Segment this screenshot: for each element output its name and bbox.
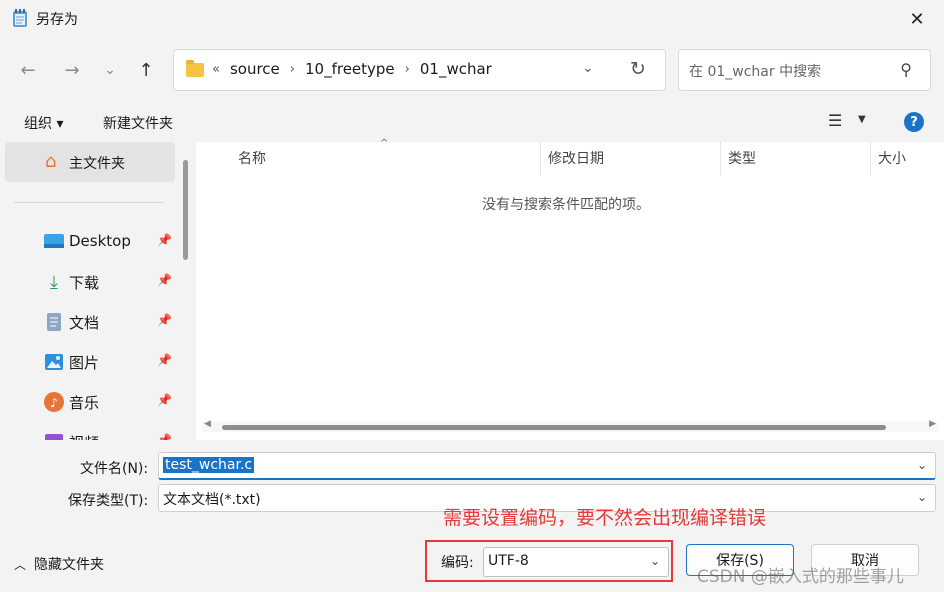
column-header-type[interactable]: 类型 (728, 148, 756, 168)
encoding-select[interactable]: UTF-8 ⌄ (483, 547, 669, 577)
svg-text:♪: ♪ (50, 396, 58, 410)
breadcrumb-source[interactable]: source (230, 60, 280, 78)
scroll-left-icon[interactable]: ◀ (204, 419, 211, 429)
column-header-name[interactable]: 名称 (238, 148, 266, 168)
sidebar-scrollbar[interactable] (183, 160, 188, 260)
sidebar-item-videos[interactable]: 视频 📌 (0, 422, 180, 440)
breadcrumb-wchar[interactable]: 01_wchar (420, 60, 492, 78)
pin-icon[interactable]: 📌 (157, 353, 172, 367)
back-button[interactable]: ← (14, 56, 42, 84)
chevron-down-icon[interactable]: ⌄ (650, 554, 660, 568)
sidebar-item-label: 图片 (69, 354, 100, 372)
notepad-icon (13, 9, 27, 27)
filename-label: 文件名(N): (80, 461, 149, 477)
picture-icon (44, 352, 64, 372)
chevron-down-icon[interactable]: ⌄ (917, 490, 927, 504)
column-header-modified[interactable]: 修改日期 (548, 148, 604, 168)
breadcrumb: « source › 10_freetype › 01_wchar (212, 60, 502, 78)
view-dropdown-icon[interactable]: ▼ (858, 114, 866, 125)
window-title: 另存为 (36, 12, 78, 28)
sidebar-item-label: 音乐 (69, 394, 100, 412)
overflow-chevron[interactable]: « (212, 62, 220, 77)
empty-message: 没有与搜索条件匹配的项。 (482, 197, 650, 213)
address-history-dropdown[interactable]: ⌄ (582, 60, 594, 76)
annotation-highlight-box: 编码: UTF-8 ⌄ (425, 540, 673, 582)
encoding-value: UTF-8 (488, 553, 529, 569)
search-box[interactable]: 在 01_wchar 中搜索 ⚲ (678, 49, 931, 91)
command-bar: 组织 ▾ 新建文件夹 ☰ ▼ ? (0, 102, 944, 142)
organize-button[interactable]: 组织 ▾ (24, 113, 63, 133)
refresh-icon[interactable]: ↻ (630, 58, 646, 80)
encoding-label: 编码: (441, 555, 474, 571)
address-bar[interactable]: « source › 10_freetype › 01_wchar ⌄ ↻ (173, 49, 666, 91)
arrow-left-icon: ← (20, 59, 36, 81)
sidebar-item-label: 文档 (69, 314, 100, 332)
sidebar-item-desktop[interactable]: Desktop 📌 (0, 222, 180, 262)
filename-field[interactable]: test_wchar.c ⌄ (158, 452, 936, 480)
horizontal-scrollbar[interactable]: ◀ ▶ (202, 419, 938, 432)
sidebar-item-label: 主文件夹 (69, 156, 125, 172)
pin-icon[interactable]: 📌 (157, 313, 172, 327)
home-icon: ⌂ (45, 151, 57, 172)
folder-icon (186, 60, 204, 77)
sidebar-item-label: 视频 (69, 432, 99, 440)
sidebar-item-pictures[interactable]: 图片 📌 (0, 342, 180, 382)
chevron-down-icon: ⌄ (104, 62, 116, 78)
search-icon[interactable]: ⚲ (900, 60, 912, 79)
navigation-pane: ⌂ 主文件夹 Desktop 📌 ⤓ 下载 📌 文档 📌 图片 📌 ♪ 音乐 📌… (0, 142, 196, 440)
save-button[interactable]: 保存(S) (686, 544, 794, 576)
video-icon (44, 432, 64, 440)
up-button[interactable]: ↑ (132, 56, 160, 84)
save-form: 文件名(N): test_wchar.c ⌄ 保存类型(T): 文本文档(*.t… (0, 440, 944, 592)
desktop-icon (44, 232, 64, 252)
chevron-up-icon: ︿ (14, 558, 27, 572)
arrow-right-icon: → (64, 59, 80, 81)
title-bar: 另存为 ✕ (0, 0, 944, 38)
scroll-right-icon[interactable]: ▶ (929, 419, 936, 429)
pin-icon[interactable]: 📌 (157, 433, 172, 440)
help-button[interactable]: ? (904, 112, 924, 132)
cancel-button[interactable]: 取消 (811, 544, 919, 576)
sidebar-item-home[interactable]: ⌂ 主文件夹 (5, 142, 175, 182)
pin-icon[interactable]: 📌 (157, 233, 172, 247)
sidebar-item-documents[interactable]: 文档 📌 (0, 302, 180, 342)
pin-icon[interactable]: 📌 (157, 393, 172, 407)
hide-folders-toggle[interactable]: ︿ 隐藏文件夹 (14, 554, 104, 574)
new-folder-button[interactable]: 新建文件夹 (103, 113, 173, 133)
annotation-note: 需要设置编码，要不然会出现编译错误 (443, 507, 767, 529)
filename-value: test_wchar.c (163, 457, 255, 473)
chevron-right-icon[interactable]: › (290, 62, 295, 77)
music-icon: ♪ (44, 392, 64, 412)
chevron-right-icon[interactable]: › (405, 62, 410, 77)
breadcrumb-freetype[interactable]: 10_freetype (305, 60, 395, 78)
sidebar-item-label: 下载 (69, 274, 100, 292)
forward-button[interactable]: → (58, 56, 86, 84)
chevron-down-icon[interactable]: ⌄ (917, 458, 927, 472)
hide-folders-label: 隐藏文件夹 (34, 557, 105, 573)
sidebar-divider (14, 202, 164, 203)
arrow-up-icon: ↑ (138, 59, 154, 81)
save-type-label: 保存类型(T): (68, 493, 149, 509)
search-placeholder: 在 01_wchar 中搜索 (689, 64, 822, 80)
sort-ascending-icon: ^ (380, 138, 389, 149)
column-divider[interactable] (540, 142, 541, 176)
recent-locations-button[interactable]: ⌄ (96, 56, 124, 84)
download-icon: ⤓ (50, 271, 58, 293)
close-icon: ✕ (909, 8, 925, 30)
column-divider[interactable] (870, 142, 871, 176)
save-type-value: 文本文档(*.txt) (163, 492, 261, 508)
view-list-icon[interactable]: ☰ (828, 111, 842, 130)
sidebar-item-downloads[interactable]: ⤓ 下载 📌 (0, 262, 180, 302)
file-list: ^ 名称 修改日期 类型 大小 没有与搜索条件匹配的项。 ◀ ▶ (196, 138, 944, 440)
sidebar-item-label: Desktop (69, 232, 131, 250)
navigation-bar: ← → ⌄ ↑ « source › 10_freetype › 01_wcha… (0, 38, 944, 102)
column-header-size[interactable]: 大小 (878, 148, 906, 168)
pin-icon[interactable]: 📌 (157, 273, 172, 287)
scrollbar-thumb[interactable] (222, 425, 886, 430)
close-button[interactable]: ✕ (904, 6, 930, 32)
column-divider[interactable] (720, 142, 721, 176)
document-icon (44, 312, 64, 332)
sidebar-item-music[interactable]: ♪ 音乐 📌 (0, 382, 180, 422)
